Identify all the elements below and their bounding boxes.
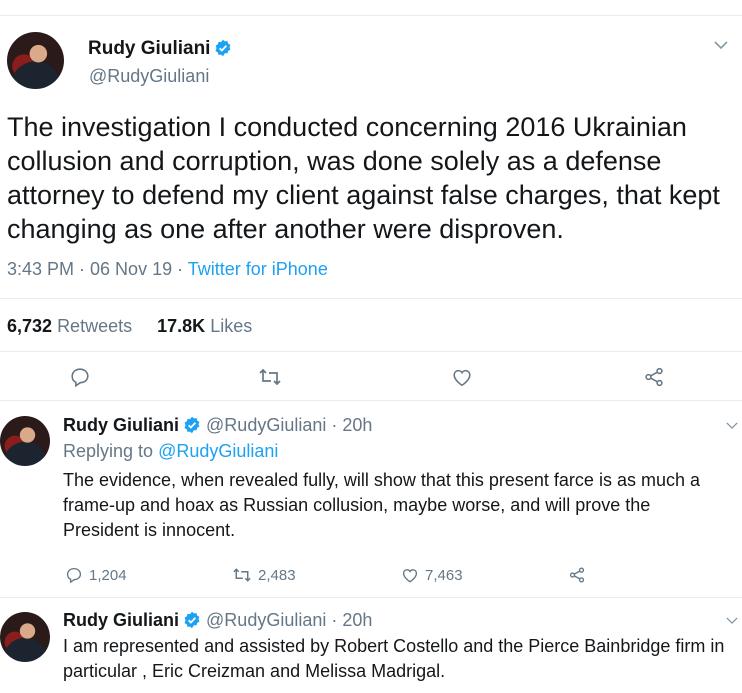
reply-text: The evidence, when revealed fully, will … xyxy=(63,470,700,540)
reply-text: I am represented and assisted by Robert … xyxy=(63,636,725,681)
divider xyxy=(0,597,742,598)
likes-stat[interactable]: 17.8K Likes xyxy=(157,316,252,336)
share-icon[interactable] xyxy=(568,566,586,584)
reply-icon xyxy=(65,566,83,584)
tweet-timestamp[interactable]: 3:43 PM · 06 Nov 19 · xyxy=(7,259,188,279)
reply-author-name[interactable]: Rudy Giuliani xyxy=(63,610,179,630)
author-name[interactable]: Rudy Giuliani xyxy=(88,38,210,59)
reply-header: Rudy Giuliani @RudyGiuliani · 20h xyxy=(63,415,372,436)
retweets-stat[interactable]: 6,732 Retweets xyxy=(7,316,132,336)
reply-avatar[interactable] xyxy=(0,416,50,466)
reply-author-handle[interactable]: @RudyGiuliani xyxy=(206,610,326,630)
tweet-text: The investigation I conducted concerning… xyxy=(7,112,720,244)
reply-author-name[interactable]: Rudy Giuliani xyxy=(63,415,179,435)
verified-badge-icon xyxy=(183,611,201,629)
reply-count: 1,204 xyxy=(89,566,127,584)
retweets-label: Retweets xyxy=(57,316,133,336)
reply-age[interactable]: · 20h xyxy=(331,610,372,630)
likes-label: Likes xyxy=(210,316,253,336)
main-author[interactable]: Rudy Giuliani xyxy=(88,38,232,60)
likes-count: 17.8K xyxy=(157,316,206,336)
top-divider xyxy=(0,15,742,16)
tweet-source-link[interactable]: Twitter for iPhone xyxy=(188,259,328,279)
retweet-count: 2,483 xyxy=(258,566,296,584)
author-handle[interactable]: @RudyGiuliani xyxy=(89,66,209,87)
replying-to: Replying to @RudyGiuliani xyxy=(63,441,278,462)
tweet-meta: 3:43 PM · 06 Nov 19 · Twitter for iPhone xyxy=(7,259,328,280)
retweet-icon xyxy=(232,566,252,584)
retweet-button[interactable]: 2,483 xyxy=(232,566,296,584)
like-button[interactable]: 7,463 xyxy=(401,566,463,584)
verified-badge-icon xyxy=(214,39,232,57)
chevron-down-icon[interactable] xyxy=(726,421,738,430)
retweets-count: 6,732 xyxy=(7,316,53,336)
reply-icon[interactable] xyxy=(69,366,91,388)
verified-badge-icon xyxy=(183,416,201,434)
like-count: 7,463 xyxy=(425,566,463,584)
chevron-down-icon[interactable] xyxy=(714,40,728,50)
chevron-down-icon[interactable] xyxy=(726,616,738,625)
share-icon[interactable] xyxy=(643,366,665,388)
tweet-stats: 6,732 Retweets 17.8K Likes xyxy=(7,316,252,337)
reply-button[interactable]: 1,204 xyxy=(65,566,127,584)
replying-to-handle[interactable]: @RudyGiuliani xyxy=(158,441,278,461)
reply-avatar[interactable] xyxy=(0,612,50,662)
retweet-icon[interactable] xyxy=(258,366,282,388)
reply-author-handle[interactable]: @RudyGiuliani xyxy=(206,415,326,435)
reply-age[interactable]: · 20h xyxy=(331,415,372,435)
avatar[interactable] xyxy=(7,32,64,89)
replying-to-prefix: Replying to xyxy=(63,441,159,461)
divider xyxy=(0,400,742,401)
like-icon[interactable] xyxy=(451,366,473,388)
like-icon xyxy=(401,566,419,584)
divider xyxy=(0,351,742,352)
reply-header: Rudy Giuliani @RudyGiuliani · 20h xyxy=(63,610,372,631)
divider xyxy=(0,298,742,299)
